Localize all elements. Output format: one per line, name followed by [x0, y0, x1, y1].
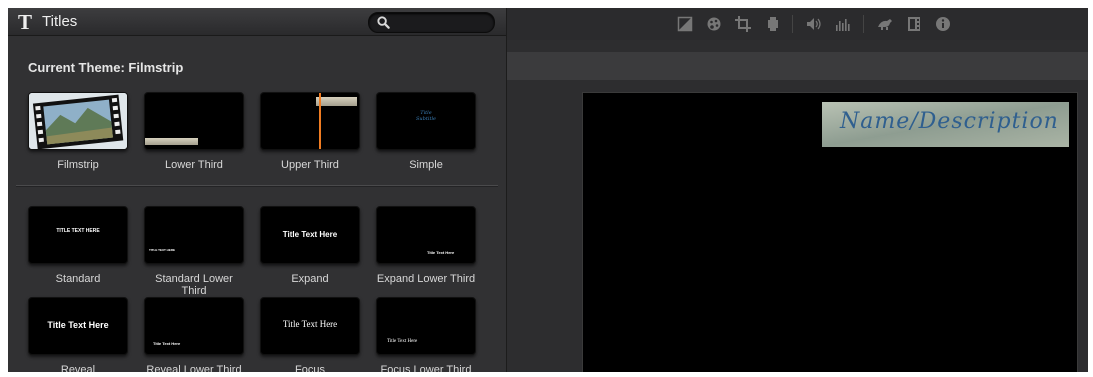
title-tile-label: Upper Third: [281, 159, 339, 171]
info-icon[interactable]: [935, 16, 951, 32]
speed-icon[interactable]: [877, 16, 893, 32]
title-tile-focus[interactable]: Title Text Here Focus: [260, 297, 360, 372]
title-tile-label: Expand Lower Third: [376, 273, 476, 285]
title-thumbnail: [144, 92, 244, 150]
thumbnail-title-text: Title Subtitle: [415, 110, 437, 122]
thumbnail-title-text: Title Text Here: [387, 339, 418, 344]
title-tile-lower-third[interactable]: Lower Third: [144, 92, 244, 171]
stabilization-icon[interactable]: [765, 16, 781, 32]
toolbar-separator: [863, 15, 864, 33]
title-tile-label: Focus: [295, 364, 325, 372]
title-thumbnail: Title Text Here: [260, 297, 360, 355]
color-balance-icon[interactable]: [677, 16, 693, 32]
viewer-title-text[interactable]: Name/Description: [840, 109, 1059, 134]
titles-browser: T Titles Current Theme: Filmstrip Filmst…: [8, 8, 507, 372]
title-thumbnail: Title Text Here: [144, 297, 244, 355]
thumbnail-title-text: Title Text Here: [282, 230, 338, 239]
title-tile-label: Reveal: [60, 364, 96, 372]
thumbnail-title-text: TITLE TEXT HERE: [56, 228, 100, 234]
title-tile-label: Simple: [409, 159, 443, 171]
title-tile-standard-lower-third[interactable]: TITLE TEXT HERE Standard Lower Third: [144, 206, 244, 297]
filmstrip-thumbnail-art: [29, 93, 127, 149]
search-icon: [377, 16, 390, 29]
thumbnail-title-text: Title Text Here: [427, 250, 455, 255]
paper-strip: [316, 97, 357, 106]
crop-icon[interactable]: [735, 16, 751, 32]
video-viewer[interactable]: Name/Description: [582, 92, 1078, 372]
title-thumbnail: Title Text Here: [376, 206, 476, 264]
title-tile-reveal-lower-third[interactable]: Title Text Here Reveal Lower Third: [144, 297, 244, 372]
title-thumbnail: Title Text Here: [28, 297, 128, 355]
title-tile-filmstrip[interactable]: Filmstrip: [28, 92, 128, 171]
playhead-line: [319, 93, 321, 149]
viewer-toolbar: [507, 8, 1088, 40]
title-tile-label: Expand: [291, 273, 329, 285]
viewer-subbar: [507, 52, 1088, 80]
title-tile-focus-lower-third[interactable]: Title Text Here Focus Lower Third: [376, 297, 476, 372]
title-thumbnail: [260, 92, 360, 150]
titles-icon: T: [18, 10, 33, 34]
title-tile-standard[interactable]: TITLE TEXT HERE Standard: [28, 206, 128, 285]
thumbnail-title-text: TITLE TEXT HERE: [149, 248, 176, 252]
title-tile-simple[interactable]: Title Subtitle Simple: [376, 92, 476, 171]
title-tile-expand[interactable]: Title Text Here Expand: [260, 206, 360, 285]
title-thumbnail: TITLE TEXT HERE: [28, 206, 128, 264]
title-tile-label: Standard: [55, 273, 101, 285]
title-thumbnail: Title Text Here: [376, 297, 476, 355]
equalizer-icon[interactable]: [835, 16, 851, 32]
title-tile-label: Focus Lower Third: [380, 364, 472, 372]
title-paper-strip: Name/Description: [822, 102, 1069, 147]
browser-header: T Titles: [8, 8, 506, 36]
search-field[interactable]: [368, 12, 495, 33]
clip-filter-icon[interactable]: [906, 16, 922, 32]
title-thumbnail: Title Subtitle: [376, 92, 476, 150]
thumbnail-title-text: Title Text Here: [153, 341, 181, 346]
title-thumbnail: [28, 92, 128, 150]
title-tile-label: Lower Third: [165, 159, 223, 171]
thumbnail-title-text: Title Text Here: [47, 320, 109, 330]
title-thumbnail: TITLE TEXT HERE: [144, 206, 244, 264]
paper-strip: [145, 138, 198, 145]
volume-icon[interactable]: [806, 16, 822, 32]
color-correction-icon[interactable]: [706, 16, 722, 32]
section-divider: [16, 185, 498, 187]
thumbnail-title-text: Title Text Here: [282, 319, 338, 329]
browser-title: Titles: [42, 13, 78, 30]
toolbar-separator: [792, 15, 793, 33]
title-tile-upper-third[interactable]: Upper Third: [260, 92, 360, 171]
current-theme-heading: Current Theme: Filmstrip: [28, 60, 184, 75]
title-tile-expand-lower-third[interactable]: Title Text Here Expand Lower Third: [376, 206, 476, 285]
title-tile-label: Filmstrip: [57, 159, 99, 171]
title-thumbnail: Title Text Here: [260, 206, 360, 264]
search-input[interactable]: [393, 14, 489, 32]
imovie-window: T Titles Current Theme: Filmstrip Filmst…: [8, 8, 1088, 372]
title-tile-label: Standard Lower Third: [155, 273, 233, 297]
title-tile-label: Reveal Lower Third: [146, 364, 242, 372]
title-tile-reveal[interactable]: Title Text Here Reveal: [28, 297, 128, 372]
